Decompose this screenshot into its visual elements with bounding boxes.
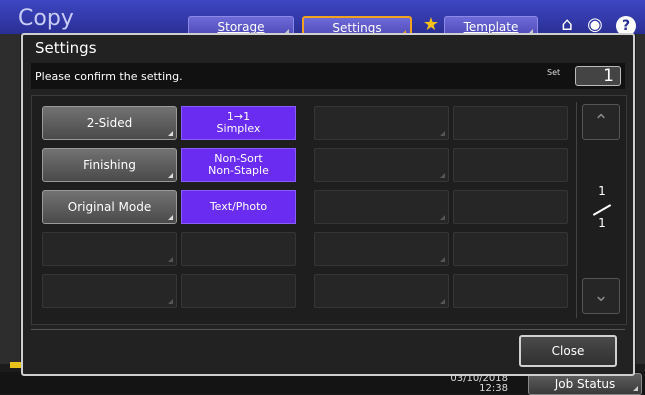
slot-corner-icon bbox=[440, 299, 445, 304]
message-bar: Please confirm the setting. Set 1 bbox=[31, 63, 625, 89]
two-sided-label: 2-Sided bbox=[86, 116, 133, 130]
empty-setting-slot bbox=[42, 232, 177, 266]
slot-corner-icon bbox=[440, 257, 445, 262]
finishing-value-line2: Non-Staple bbox=[208, 164, 269, 177]
original-mode-value-line1: Text/Photo bbox=[209, 200, 268, 213]
page-current: 1 bbox=[598, 184, 606, 198]
slot-corner-icon bbox=[440, 215, 445, 220]
scroll-divider bbox=[576, 102, 577, 318]
slot-corner-icon bbox=[168, 299, 173, 304]
chevron-down-icon: ⌄ bbox=[593, 285, 609, 306]
dialog-title: Settings bbox=[35, 39, 97, 57]
empty-setting-slot bbox=[314, 106, 449, 140]
background-panel-left bbox=[0, 34, 20, 364]
original-mode-button[interactable]: Original Mode bbox=[42, 190, 177, 224]
empty-value-slot bbox=[453, 274, 568, 308]
scroll-up-button[interactable]: ⌃ bbox=[582, 104, 620, 140]
background-panel-right bbox=[636, 34, 645, 364]
time-text: 12:38 bbox=[479, 383, 508, 394]
slot-corner-icon bbox=[440, 173, 445, 178]
empty-value-slot bbox=[453, 190, 568, 224]
set-label: Set bbox=[547, 68, 561, 77]
empty-value-slot bbox=[453, 232, 568, 266]
empty-setting-slot bbox=[314, 274, 449, 308]
job-status-corner-icon bbox=[633, 386, 638, 391]
empty-setting-slot bbox=[314, 148, 449, 182]
two-sided-value-line2: Simplex bbox=[216, 122, 261, 135]
slot-corner-icon bbox=[440, 131, 445, 136]
finishing-label: Finishing bbox=[83, 158, 136, 172]
finishing-button[interactable]: Finishing bbox=[42, 148, 177, 182]
finishing-value: Non-Sort Non-Staple bbox=[181, 148, 296, 182]
dialog-divider bbox=[31, 329, 625, 330]
finishing-corner-icon bbox=[168, 173, 173, 178]
empty-value-slot bbox=[181, 232, 296, 266]
scroll-down-button[interactable]: ⌄ bbox=[582, 278, 620, 314]
job-status-label: Job Status bbox=[554, 377, 616, 391]
empty-setting-slot bbox=[314, 232, 449, 266]
empty-value-slot bbox=[181, 274, 296, 308]
two-sided-corner-icon bbox=[168, 131, 173, 136]
empty-value-slot bbox=[453, 148, 568, 182]
two-sided-button[interactable]: 2-Sided bbox=[42, 106, 177, 140]
original-mode-label: Original Mode bbox=[67, 200, 152, 214]
empty-setting-slot bbox=[42, 274, 177, 308]
set-count: 1 bbox=[575, 66, 621, 86]
slot-corner-icon bbox=[168, 257, 173, 262]
close-button[interactable]: Close bbox=[519, 335, 617, 367]
empty-setting-slot bbox=[314, 190, 449, 224]
original-mode-value: Text/Photo bbox=[181, 190, 296, 224]
tab-storage-label: Storage bbox=[217, 20, 265, 34]
confirm-message: Please confirm the setting. bbox=[35, 70, 183, 83]
datetime: 03/10/2018 12:38 bbox=[436, 374, 508, 394]
two-sided-value: 1→1 Simplex bbox=[181, 106, 296, 140]
job-status-button[interactable]: Job Status bbox=[528, 373, 642, 395]
settings-panel: 2-Sided 1→1 Simplex Finishing Non-Sort N… bbox=[31, 95, 627, 325]
empty-value-slot bbox=[453, 106, 568, 140]
original-mode-corner-icon bbox=[168, 215, 173, 220]
tab-template-label: Template bbox=[463, 20, 519, 34]
page-separator bbox=[592, 204, 612, 216]
app-title: Copy bbox=[18, 6, 74, 31]
settings-dialog: Settings Please confirm the setting. Set… bbox=[21, 33, 635, 376]
chevron-up-icon: ⌃ bbox=[593, 111, 609, 132]
page-total: 1 bbox=[598, 216, 606, 230]
